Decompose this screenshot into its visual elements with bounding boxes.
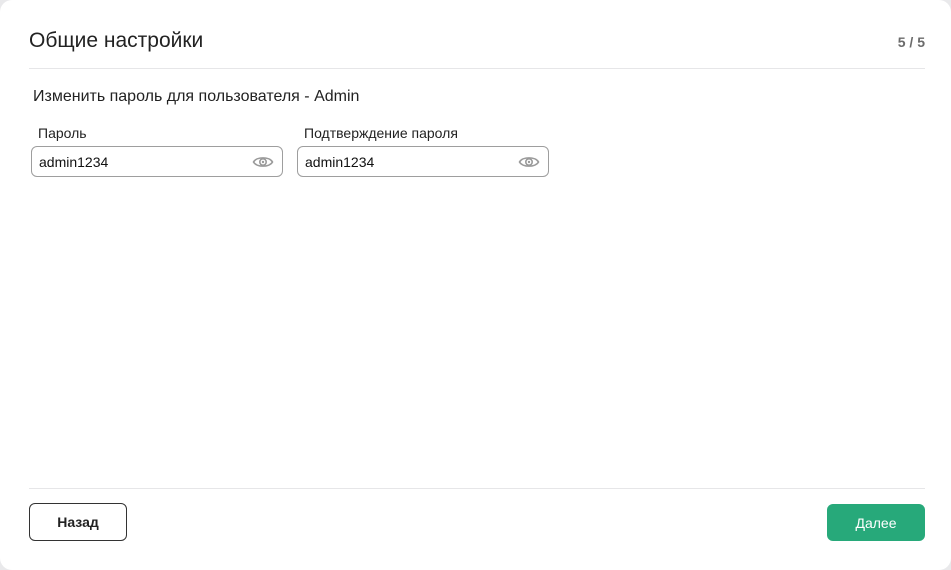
confirm-password-input-wrapper xyxy=(297,146,549,177)
confirm-password-field: Подтверждение пароля xyxy=(297,124,549,177)
eye-icon[interactable] xyxy=(252,151,274,173)
confirm-password-input[interactable] xyxy=(298,147,508,176)
next-button[interactable]: Далее xyxy=(827,504,925,541)
password-input[interactable] xyxy=(32,147,242,176)
dialog-title: Общие настройки xyxy=(29,29,204,52)
confirm-password-label: Подтверждение пароля xyxy=(304,125,458,141)
step-counter: 5 / 5 xyxy=(897,34,925,50)
password-label: Пароль xyxy=(38,125,87,141)
password-input-wrapper xyxy=(31,146,283,177)
password-field: Пароль xyxy=(31,124,283,177)
section-title: Изменить пароль для пользователя - Admin xyxy=(33,88,360,105)
back-button[interactable]: Назад xyxy=(29,503,127,541)
footer-divider xyxy=(29,488,925,489)
settings-dialog: Общие настройки 5 / 5 Изменить пароль дл… xyxy=(0,0,951,570)
eye-icon[interactable] xyxy=(518,151,540,173)
dialog-header: Общие настройки 5 / 5 xyxy=(29,0,925,69)
